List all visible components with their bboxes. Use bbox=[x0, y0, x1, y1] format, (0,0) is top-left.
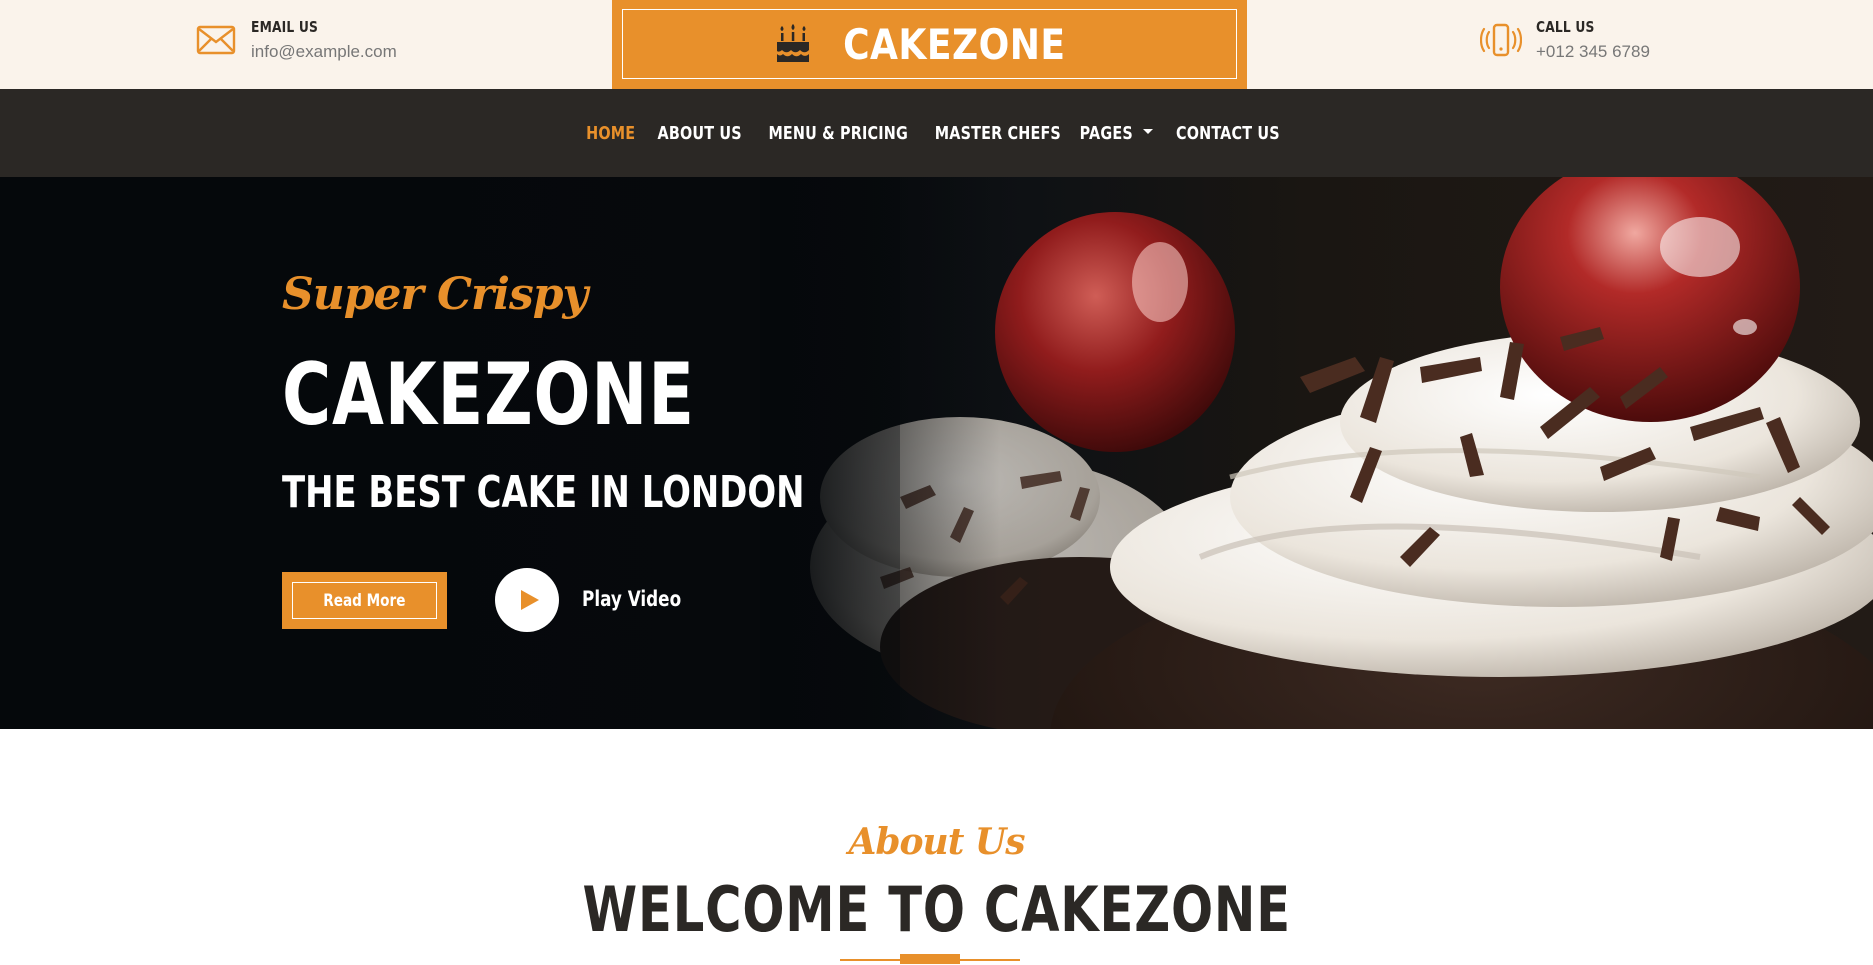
about-section: About Us WELCOME TO CAKEZONE bbox=[0, 729, 1873, 965]
play-icon bbox=[520, 590, 539, 610]
brand-logo[interactable]: CAKEZONE bbox=[612, 0, 1247, 89]
main-nav: HOME ABOUT US MENU & PRICING MASTER CHEF… bbox=[584, 123, 1289, 144]
play-video-label[interactable]: Play Video bbox=[582, 587, 681, 611]
about-eyebrow: About Us bbox=[848, 821, 1025, 863]
phone-label: CALL US bbox=[1536, 18, 1595, 36]
read-more-button[interactable]: Read More bbox=[282, 572, 447, 629]
hero-background-image bbox=[0, 177, 1873, 729]
hero-eyebrow: Super Crispy bbox=[282, 269, 588, 320]
email-contact[interactable]: EMAIL US info@example.com bbox=[195, 18, 397, 62]
nav-item-pages-label[interactable]: PAGES bbox=[1079, 123, 1132, 144]
phone-vibrate-icon bbox=[1480, 19, 1522, 61]
nav-item-pages[interactable]: PAGES bbox=[1075, 123, 1154, 144]
read-more-label: Read More bbox=[323, 590, 406, 611]
section-divider bbox=[840, 954, 1020, 965]
about-heading-text: WELCOME TO CAKEZONE bbox=[582, 873, 1291, 946]
top-bar: EMAIL US info@example.com CAKEZONE CALL … bbox=[0, 0, 1873, 89]
nav-item-home[interactable]: HOME bbox=[586, 123, 635, 144]
birthday-cake-icon bbox=[775, 24, 811, 64]
nav-item-about-us[interactable]: ABOUT US bbox=[658, 123, 742, 144]
phone-contact[interactable]: CALL US +012 345 6789 bbox=[1480, 18, 1650, 62]
hero-title: CAKEZONE bbox=[282, 345, 695, 445]
chevron-down-icon bbox=[1143, 128, 1154, 134]
nav-item-menu-pricing[interactable]: MENU & PRICING bbox=[768, 123, 908, 144]
envelope-icon bbox=[195, 19, 237, 61]
phone-value[interactable]: +012 345 6789 bbox=[1536, 42, 1650, 62]
hero-subtitle: THE BEST CAKE IN LONDON bbox=[282, 467, 805, 518]
nav-item-master-chefs[interactable]: MASTER CHEFS bbox=[935, 123, 1061, 144]
play-video-button[interactable] bbox=[495, 568, 559, 632]
main-navbar: HOME ABOUT US MENU & PRICING MASTER CHEF… bbox=[0, 89, 1873, 177]
brand-name: CAKEZONE bbox=[843, 19, 1066, 69]
email-value[interactable]: info@example.com bbox=[251, 42, 397, 62]
hero-banner: Super Crispy CAKEZONE THE BEST CAKE IN L… bbox=[0, 177, 1873, 729]
nav-item-contact-us[interactable]: CONTACT US bbox=[1176, 123, 1280, 144]
email-label: EMAIL US bbox=[251, 18, 319, 36]
about-heading: WELCOME TO CAKEZONE bbox=[0, 873, 1873, 946]
